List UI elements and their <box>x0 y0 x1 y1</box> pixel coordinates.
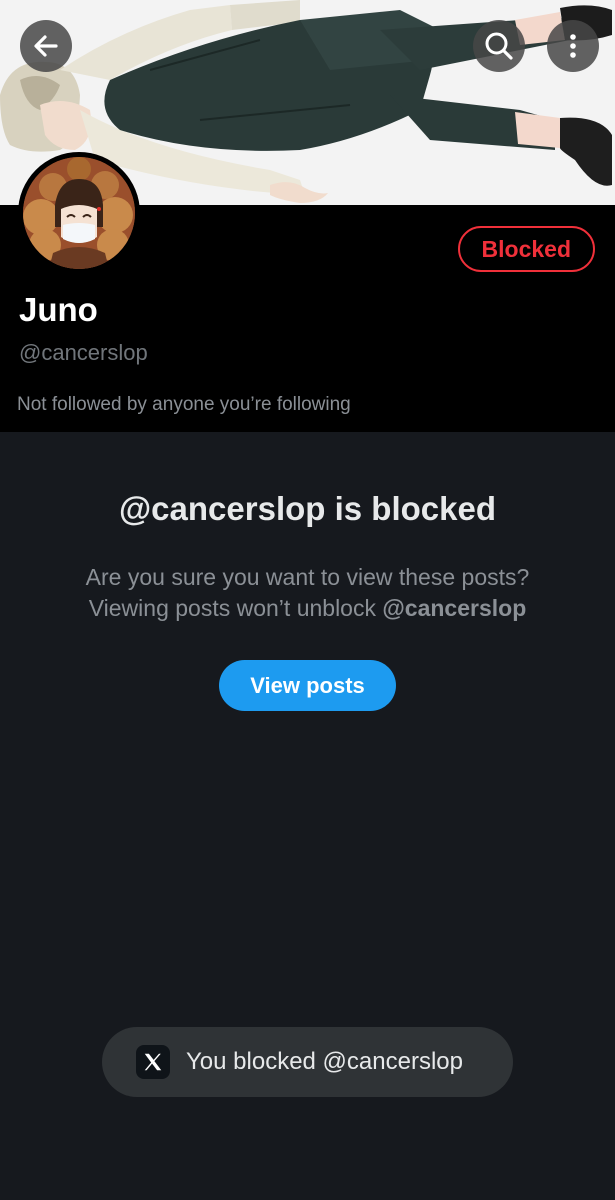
avatar[interactable] <box>18 152 140 274</box>
blocked-description: Are you sure you want to view these post… <box>0 562 615 624</box>
view-posts-button[interactable]: View posts <box>219 660 396 711</box>
blocked-button[interactable]: Blocked <box>457 226 595 272</box>
blocked-description-line2-prefix: Viewing posts won’t unblock <box>88 595 383 621</box>
toast-notification: You blocked @cancerslop <box>102 1027 513 1097</box>
blocked-description-line2: Viewing posts won’t unblock @cancerslop <box>0 593 615 624</box>
blocked-title: @cancerslop is blocked <box>119 490 496 527</box>
more-options-button[interactable] <box>547 20 599 72</box>
arrow-left-icon <box>34 35 58 57</box>
search-icon <box>485 32 513 60</box>
x-logo-icon <box>136 1045 170 1079</box>
avatar-image <box>23 157 135 269</box>
blocked-description-line1: Are you sure you want to view these post… <box>85 564 530 590</box>
more-vertical-icon <box>570 34 576 58</box>
blocked-description-handle: @cancerslop <box>382 595 527 621</box>
profile-page: Blocked Juno @cancerslop Not followed by… <box>0 0 615 1200</box>
toast-message: You blocked @cancerslop <box>186 1048 463 1075</box>
profile-handle: @cancerslop <box>19 340 148 365</box>
search-button[interactable] <box>473 20 525 72</box>
back-button[interactable] <box>20 20 72 72</box>
display-name: Juno <box>19 291 98 328</box>
followed-by-text: Not followed by anyone you’re following <box>17 394 351 415</box>
